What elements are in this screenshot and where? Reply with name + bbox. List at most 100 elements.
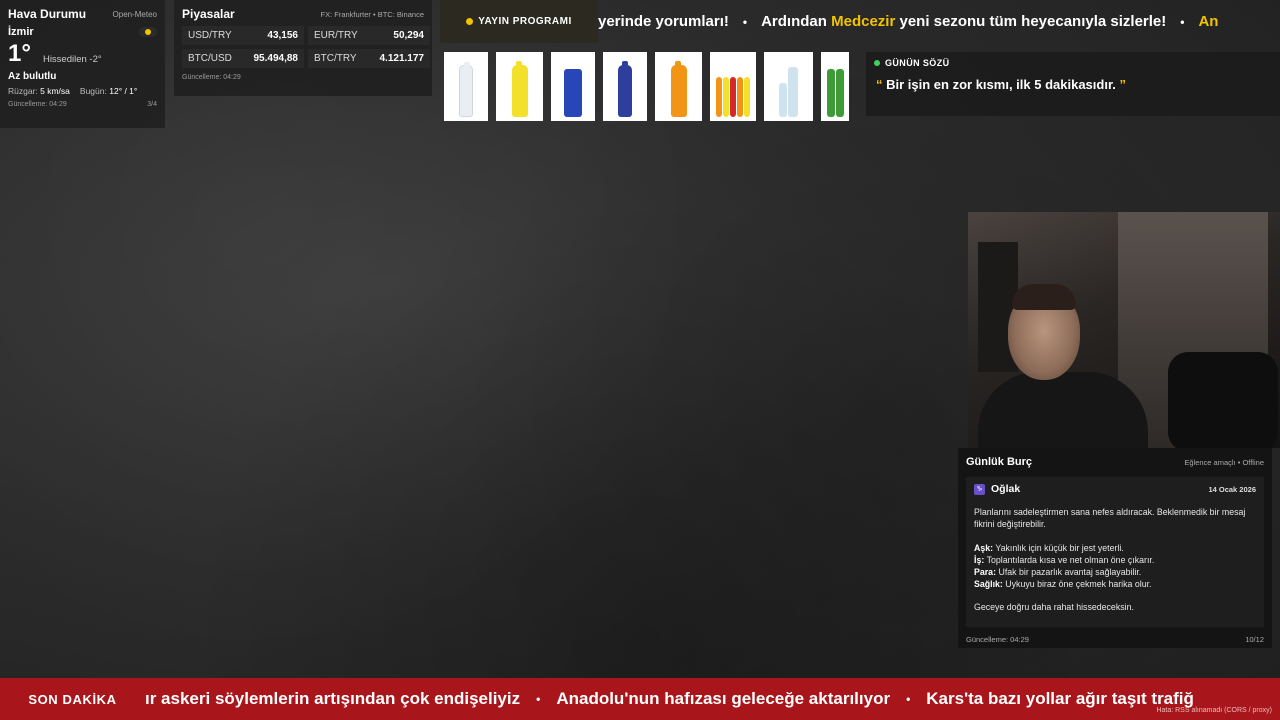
- program-ticker: yerinde yorumları! • Ardından Medcezir y…: [598, 0, 1280, 43]
- cam-chair: [1168, 352, 1278, 448]
- weather-source: Open-Meteo: [112, 9, 157, 19]
- breaking-label: SON DAKİKA: [0, 678, 145, 720]
- markets-updated: Güncelleme: 04:29: [182, 74, 241, 81]
- health-label: Sağlık:: [974, 579, 1003, 589]
- weather-feels-like: Hissedilen -2°: [42, 54, 102, 65]
- product-energy-can: [551, 52, 595, 121]
- can-icon: [564, 69, 582, 117]
- weather-temp: 1°: [8, 40, 31, 67]
- product-multipack: [710, 52, 756, 121]
- bottle-icon: [459, 62, 473, 117]
- bottle-icon: [511, 61, 528, 117]
- cam-person-body: [978, 372, 1148, 448]
- bottle-icon: [618, 61, 632, 117]
- horoscope-sign: ♑ Oğlak: [974, 483, 1020, 495]
- product-strip: [444, 52, 849, 121]
- rss-error-text: Hata: RSS alınamadı (CORS / proxy): [1156, 707, 1272, 714]
- water-bottles-icon: [779, 67, 798, 117]
- horoscope-source: Eğlence amaçlı • Offline: [1184, 457, 1264, 467]
- product-green-soda: [821, 52, 849, 121]
- weather-city: İzmir: [8, 26, 34, 38]
- horoscope-money: Para: Ufak bir pazarlık avantaj sağlayab…: [974, 566, 1256, 578]
- news-item: ır askeri söylemlerin artışından çok end…: [145, 689, 521, 708]
- work-text: Toplantılarda kısa ve net olman öne çıka…: [986, 555, 1155, 565]
- quote-open-mark: “: [876, 77, 883, 92]
- bottle-icon: [670, 61, 687, 117]
- live-dot-icon: [466, 18, 474, 25]
- quote-body: Bir işin en zor kısmı, ilk 5 dakikasıdır…: [886, 77, 1116, 92]
- market-value: 50,294: [393, 30, 424, 41]
- weather-page: 3/4: [147, 101, 157, 108]
- horoscope-date: 14 Ocak 2026: [1208, 484, 1256, 494]
- money-text: Ufak bir pazarlık avantaj sağlayabilir.: [998, 567, 1142, 577]
- horoscope-work: İş: Toplantılarda kısa ve net olman öne …: [974, 554, 1256, 566]
- horoscope-updated: Güncelleme: 04:29: [966, 635, 1029, 644]
- market-value: 43,156: [267, 30, 298, 41]
- green-bottles-icon: [826, 69, 844, 117]
- markets-source: FX: Frankfurter • BTC: Binance: [320, 9, 425, 19]
- market-value: 95.494,88: [253, 53, 299, 64]
- ticker-separator: •: [742, 14, 748, 29]
- market-value: 4.121.177: [379, 53, 425, 64]
- market-item: BTC/TRY 4.121.177: [308, 49, 430, 68]
- weather-condition: Az bulutlu: [8, 71, 57, 82]
- horoscope-love: Aşk: Yakınlık için küçük bir jest yeterl…: [974, 542, 1256, 554]
- product-orange-soda: [655, 52, 702, 121]
- horoscope-health: Sağlık: Uykuyu biraz öne çekmek harika o…: [974, 578, 1256, 590]
- today-label: Bugün:: [79, 86, 107, 96]
- news-separator: •: [536, 692, 541, 706]
- love-text: Yakınlık için küçük bir jest yeterli.: [995, 543, 1124, 553]
- weather-today: Bugün: 12° / 1°: [80, 86, 137, 96]
- market-symbol: USD/TRY: [188, 30, 232, 41]
- work-label: İş:: [974, 555, 985, 565]
- horoscope-widget: Günlük Burç Eğlence amaçlı • Offline ♑ O…: [958, 448, 1272, 648]
- wind-value: 5 km/sa: [40, 86, 70, 96]
- program-header: YAYIN PROGRAMI: [440, 0, 598, 43]
- webcam-feed: [968, 212, 1280, 448]
- market-item: BTC/USD 95.494,88: [182, 49, 304, 68]
- love-label: Aşk:: [974, 543, 994, 553]
- horoscope-summary: Planlarını sadeleştirmen sana nefes aldı…: [974, 507, 1246, 529]
- product-blue-bottle: [603, 52, 647, 121]
- market-item: USD/TRY 43,156: [182, 26, 304, 45]
- product-lemon-soda: [496, 52, 543, 121]
- product-water-bottle: [444, 52, 488, 121]
- horoscope-card: ♑ Oğlak 14 Ocak 2026 Planlarını sadeleşt…: [966, 477, 1264, 627]
- multipack-icon: [716, 77, 750, 117]
- quote-widget: GÜNÜN SÖZÜ “ Bir işin en zor kısmı, ilk …: [866, 52, 1280, 116]
- cam-person-hair: [1012, 284, 1076, 310]
- ticker-item: Ardından Medcezir yeni sezonu tüm heyeca…: [761, 13, 1166, 30]
- ticker-item: An: [1198, 13, 1219, 30]
- capricorn-icon: ♑: [974, 483, 985, 495]
- market-symbol: EUR/TRY: [314, 30, 358, 41]
- news-item: Kars'ta bazı yollar ağır taşıt trafiğ: [926, 689, 1194, 708]
- program-label: YAYIN PROGRAMI: [478, 16, 572, 27]
- weather-updated: Güncelleme: 04:29: [8, 101, 67, 108]
- market-symbol: BTC/TRY: [314, 53, 357, 64]
- news-item: Anadolu'nun hafızası geleceğe aktarılıyo…: [556, 689, 891, 708]
- money-label: Para:: [974, 567, 997, 577]
- live-dot-icon: [874, 60, 880, 66]
- market-symbol: BTC/USD: [188, 53, 232, 64]
- horoscope-title: Günlük Burç: [966, 456, 1033, 468]
- breaking-news-bar: SON DAKİKA ır askeri söylemlerin artışın…: [0, 678, 1280, 720]
- weather-widget: Hava Durumu Open-Meteo İzmir 1° Hissedil…: [0, 0, 165, 128]
- quote-label: GÜNÜN SÖZÜ: [885, 58, 950, 68]
- wind-label: Rüzgar:: [8, 86, 38, 96]
- today-value: 12° / 1°: [109, 86, 138, 96]
- breaking-ticker: ır askeri söylemlerin artışından çok end…: [145, 689, 1194, 709]
- health-text: Uykuyu biraz öne çekmek harika olur.: [1005, 579, 1152, 589]
- markets-title: Piyasalar: [182, 7, 235, 21]
- product-mineral-water: [764, 52, 813, 121]
- weather-title: Hava Durumu: [8, 7, 87, 21]
- ticker-highlight: Medcezir: [831, 13, 896, 30]
- sign-name: Oğlak: [991, 483, 1021, 495]
- news-separator: •: [906, 692, 911, 706]
- horoscope-details: Aşk: Yakınlık için küçük bir jest yeterl…: [974, 542, 1256, 590]
- quote-close-mark: ”: [1119, 77, 1127, 92]
- partly-cloudy-icon: [139, 27, 157, 37]
- ticker-separator: •: [1180, 14, 1185, 29]
- markets-widget: Piyasalar FX: Frankfurter • BTC: Binance…: [174, 0, 432, 96]
- ticker-text: Ardından: [761, 13, 827, 30]
- weather-wind: Rüzgar: 5 km/sa: [8, 86, 70, 96]
